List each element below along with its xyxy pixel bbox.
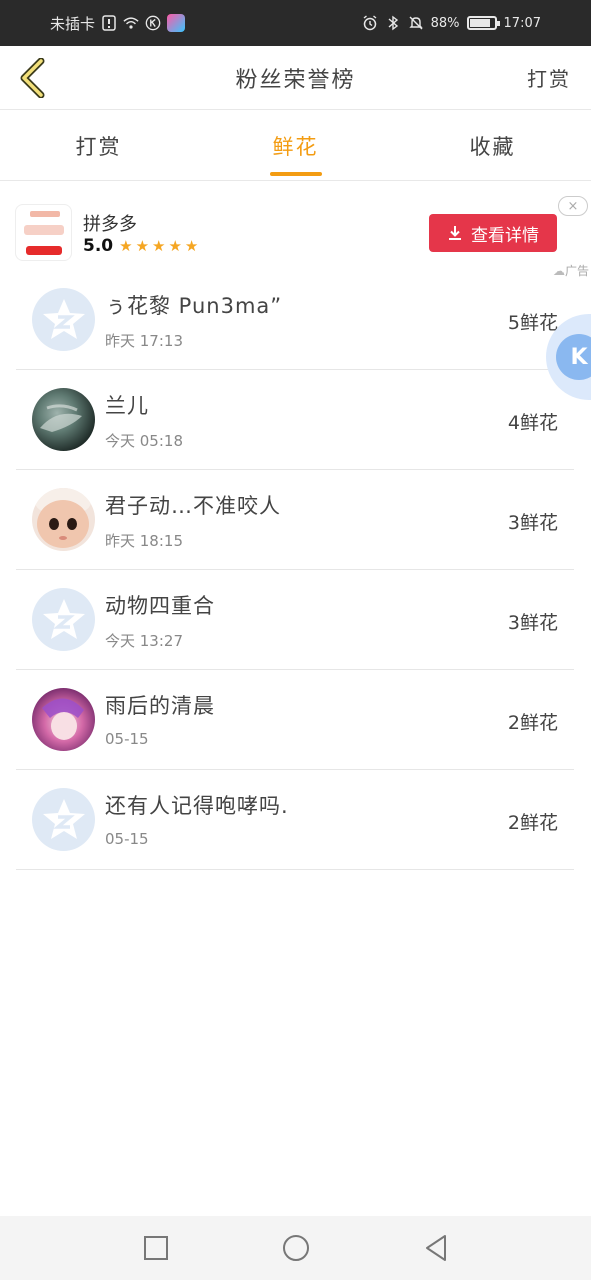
status-right: 88% 17:07 bbox=[362, 15, 541, 31]
tab-bar: 打赏 鲜花 收藏 bbox=[0, 111, 591, 181]
fan-time: 今天 13:27 bbox=[105, 632, 183, 650]
reward-link[interactable]: 打赏 bbox=[527, 63, 571, 92]
battery-level bbox=[469, 19, 491, 27]
system-back-button[interactable] bbox=[416, 1228, 456, 1268]
square-icon bbox=[143, 1236, 168, 1260]
list-item[interactable]: ぅ花黎 Pun3ma” 昨天 17:13 5鲜花 bbox=[16, 270, 574, 370]
ad-details-button[interactable]: 查看详情 bbox=[429, 214, 557, 252]
avatar bbox=[32, 388, 95, 451]
battery-icon bbox=[466, 16, 500, 30]
flower-count: 4鲜花 bbox=[507, 412, 558, 434]
ad-rating: 5.0 ★★★★★ bbox=[83, 236, 201, 256]
download-icon bbox=[449, 226, 461, 240]
circle-icon bbox=[282, 1235, 309, 1261]
tab-flowers[interactable]: 鲜花 bbox=[197, 111, 394, 180]
wifi-icon bbox=[123, 15, 139, 31]
top-bar: 粉丝荣誉榜 打赏 bbox=[0, 46, 591, 110]
avatar bbox=[32, 788, 95, 851]
ad-app-name: 拼多多 bbox=[83, 214, 137, 235]
triangle-back-icon bbox=[425, 1235, 446, 1261]
system-nav-bar bbox=[0, 1216, 591, 1280]
video-app-icon bbox=[167, 14, 186, 32]
recent-apps-button[interactable] bbox=[136, 1228, 176, 1268]
fan-time: 05-15 bbox=[105, 830, 149, 848]
fan-nickname: 动物四重合 bbox=[105, 594, 215, 618]
star-rating-icon: ★★★★★ bbox=[119, 237, 202, 255]
fan-nickname: 雨后的清晨 bbox=[105, 694, 215, 718]
page-title: 粉丝荣誉榜 bbox=[235, 67, 356, 93]
ad-button-label: 查看详情 bbox=[471, 225, 539, 246]
list-item[interactable]: 动物四重合 今天 13:27 3鲜花 bbox=[16, 570, 574, 670]
ad-rating-value: 5.0 bbox=[83, 236, 114, 256]
fan-time: 05-15 bbox=[105, 730, 149, 748]
home-button[interactable] bbox=[276, 1228, 316, 1268]
ad-banner[interactable]: 拼多多 5.0 ★★★★★ 查看详情 × ☁广告 bbox=[0, 196, 591, 280]
sim-alert-icon bbox=[101, 15, 117, 31]
tab-reward[interactable]: 打赏 bbox=[0, 111, 197, 180]
battery-percent: 88% bbox=[430, 15, 460, 31]
avatar bbox=[32, 288, 95, 351]
k-app-icon bbox=[145, 15, 161, 31]
avatar bbox=[32, 488, 95, 551]
bluetooth-icon bbox=[385, 15, 401, 31]
alarm-icon bbox=[362, 15, 378, 31]
flower-count: 5鲜花 bbox=[507, 312, 558, 334]
fan-time: 今天 05:18 bbox=[105, 432, 183, 450]
flower-count: 2鲜花 bbox=[507, 712, 558, 734]
default-avatar-icon bbox=[42, 798, 85, 839]
ad-close-button[interactable]: × bbox=[558, 196, 588, 216]
fan-nickname: 还有人记得咆哮吗. bbox=[105, 794, 289, 818]
fan-nickname: ぅ花黎 Pun3ma” bbox=[105, 294, 283, 318]
list-item[interactable]: 君子动…不准咬人 昨天 18:15 3鲜花 bbox=[16, 470, 574, 570]
k-icon: K bbox=[556, 334, 591, 380]
fan-nickname: 兰儿 bbox=[105, 394, 149, 418]
carrier-text: 未插卡 bbox=[50, 14, 96, 33]
status-bar: 未插卡 88% 17:07 bbox=[0, 0, 591, 46]
default-avatar-icon bbox=[42, 598, 85, 639]
default-avatar-icon bbox=[42, 298, 85, 339]
clock: 17:07 bbox=[503, 15, 541, 31]
list-item[interactable]: 兰儿 今天 05:18 4鲜花 bbox=[16, 370, 574, 470]
flower-count: 2鲜花 bbox=[507, 812, 558, 834]
chevron-left-icon bbox=[20, 58, 45, 98]
list-item[interactable]: 还有人记得咆哮吗. 05-15 2鲜花 bbox=[16, 770, 574, 870]
status-left: 未插卡 bbox=[50, 13, 186, 34]
tab-favorites[interactable]: 收藏 bbox=[394, 111, 591, 180]
fan-nickname: 君子动…不准咬人 bbox=[105, 494, 281, 518]
flower-count: 3鲜花 bbox=[507, 612, 558, 634]
fans-list: ぅ花黎 Pun3ma” 昨天 17:13 5鲜花 兰儿 今天 05:18 4鲜花… bbox=[16, 270, 574, 870]
fan-time: 昨天 18:15 bbox=[105, 532, 183, 550]
avatar bbox=[32, 688, 95, 751]
back-button[interactable] bbox=[14, 56, 50, 100]
ad-app-logo bbox=[15, 204, 72, 261]
list-item[interactable]: 雨后的清晨 05-15 2鲜花 bbox=[16, 670, 574, 770]
fan-time: 昨天 17:13 bbox=[105, 332, 183, 350]
flower-count: 3鲜花 bbox=[507, 512, 558, 534]
mute-bell-icon bbox=[408, 15, 424, 31]
avatar bbox=[32, 588, 95, 651]
